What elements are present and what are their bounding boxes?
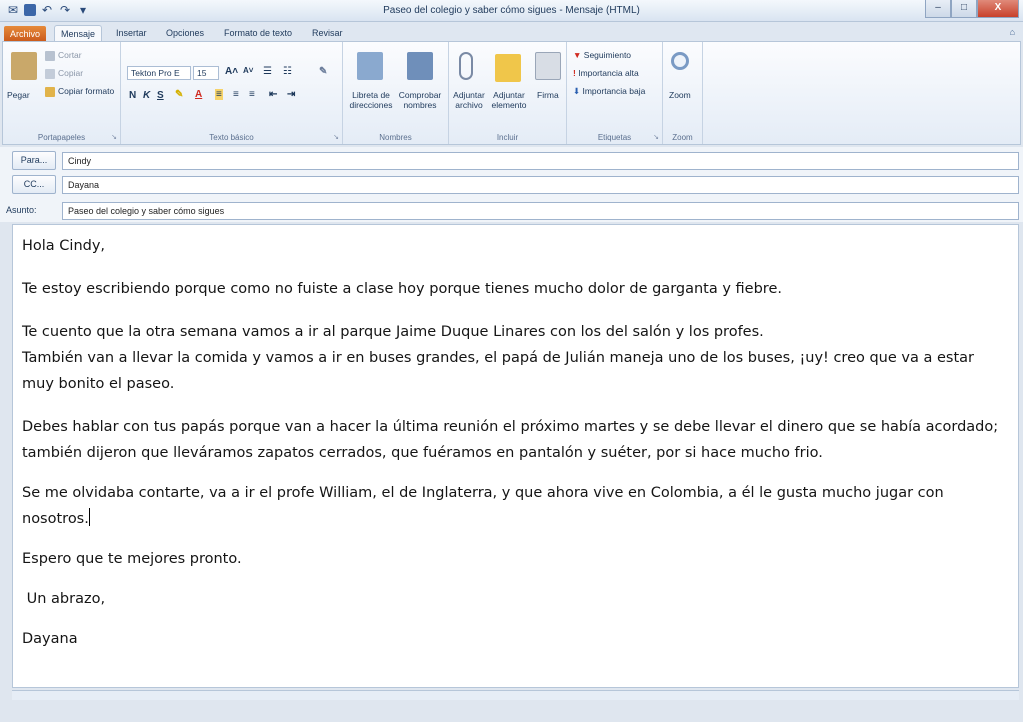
tab-mensaje[interactable]: Mensaje: [54, 25, 103, 42]
address-book-button[interactable]: Libreta de direcciones: [349, 90, 393, 110]
italic-button[interactable]: K: [143, 90, 150, 101]
dialog-launcher-icon[interactable]: ↘: [333, 133, 339, 141]
group-label-portapapeles: Portapapeles: [37, 133, 86, 142]
maximize-button[interactable]: □: [951, 0, 977, 18]
minimize-button[interactable]: –: [925, 0, 951, 18]
tab-formato-texto[interactable]: Formato de texto: [218, 25, 298, 42]
check-names-icon: [407, 52, 433, 80]
check-names-button[interactable]: Comprobar nombres: [395, 90, 445, 110]
paperclip-icon: [459, 52, 473, 80]
attach-file-button[interactable]: Adjuntar archivo: [451, 90, 487, 110]
tab-opciones[interactable]: Opciones: [160, 25, 210, 42]
format-painter-button[interactable]: Copiar formato: [45, 86, 114, 97]
tab-insertar[interactable]: Insertar: [110, 25, 153, 42]
high-importance-button[interactable]: ! Importancia alta: [573, 68, 639, 78]
ribbon-tabs: Archivo Mensaje Insertar Opciones Format…: [0, 22, 1023, 42]
magnifier-icon: [671, 52, 689, 70]
paragraph: Te cuento que la otra semana vamos a ir …: [22, 324, 764, 340]
zoom-button[interactable]: Zoom: [669, 90, 691, 100]
group-incluir: Adjuntar archivo Adjuntar elemento Firma…: [449, 42, 567, 144]
to-button[interactable]: Para...: [12, 151, 56, 170]
font-color-icon[interactable]: A: [195, 89, 202, 100]
subject-label: Asunto:: [6, 205, 37, 215]
cc-button[interactable]: CC...: [12, 175, 56, 194]
group-etiquetas: ▼ Seguimiento ! Importancia alta ⬇ Impor…: [567, 42, 663, 144]
cut-button[interactable]: Cortar: [45, 50, 82, 61]
address-book-icon: [357, 52, 383, 80]
signature-button[interactable]: Firma: [537, 90, 559, 100]
cc-field[interactable]: Dayana: [62, 176, 1019, 194]
copy-icon: [45, 68, 55, 79]
brush-icon: [45, 86, 55, 97]
group-label-etiquetas: Etiquetas: [597, 133, 632, 142]
title-bar: ✉ ↶ ↷ ▾ Paseo del colegio y saber cómo s…: [0, 0, 1023, 22]
close-button[interactable]: X: [977, 0, 1019, 18]
message-body-text[interactable]: Hola Cindy, Te estoy escribiendo porque …: [22, 233, 1007, 652]
ribbon: Pegar Cortar Copiar Copiar formato Porta…: [2, 41, 1021, 145]
group-label-zoom: Zoom: [672, 133, 693, 142]
dialog-launcher-icon[interactable]: ↘: [653, 133, 659, 141]
font-size-select[interactable]: 15: [193, 66, 219, 80]
numbering-icon[interactable]: ☷: [283, 66, 292, 77]
to-field[interactable]: Cindy: [62, 152, 1019, 170]
paste-button[interactable]: Pegar: [7, 90, 30, 100]
attach-item-button[interactable]: Adjuntar elemento: [487, 90, 531, 110]
signature: Dayana: [22, 631, 78, 647]
decrease-indent-icon[interactable]: ⇤: [269, 89, 277, 100]
align-left-icon[interactable]: ≡: [215, 89, 223, 100]
group-nombres: Libreta de direcciones Comprobar nombres…: [343, 42, 449, 144]
clear-format-icon[interactable]: ✎: [319, 66, 327, 77]
group-portapapeles: Pegar Cortar Copiar Copiar formato Porta…: [3, 42, 121, 144]
scissors-icon: [45, 50, 55, 61]
group-zoom: Zoom Zoom: [663, 42, 703, 144]
group-label-texto-basico: Texto básico: [209, 133, 254, 142]
follow-up-button[interactable]: ▼ Seguimiento: [573, 50, 631, 60]
message-body[interactable]: Hola Cindy, Te estoy escribiendo porque …: [12, 224, 1019, 688]
increase-indent-icon[interactable]: ⇥: [287, 89, 295, 100]
paragraph: Debes hablar con tus papás porque van a …: [22, 419, 999, 461]
message-header: Para... Cindy CC... Dayana Asunto: Paseo…: [0, 147, 1023, 222]
closing: Un abrazo,: [22, 591, 106, 607]
paragraph: Te estoy escribiendo porque como no fuis…: [22, 281, 782, 297]
subject-field[interactable]: Paseo del colegio y saber cómo sigues: [62, 202, 1019, 220]
tab-archivo[interactable]: Archivo: [4, 26, 47, 42]
paragraph: También van a llevar la comida y vamos a…: [22, 350, 974, 392]
tab-revisar[interactable]: Revisar: [306, 25, 349, 42]
copy-button[interactable]: Copiar: [45, 68, 83, 79]
window-title: Paseo del colegio y saber cómo sigues - …: [383, 5, 640, 16]
signature-icon: [535, 52, 561, 80]
text-cursor: [88, 508, 90, 526]
paragraph: Espero que te mejores pronto.: [22, 551, 242, 567]
dialog-launcher-icon[interactable]: ↘: [111, 133, 117, 141]
flag-icon: ▼: [573, 50, 584, 60]
window-controls: – □ X: [925, 0, 1019, 18]
help-icon[interactable]: ⌂: [1010, 27, 1015, 37]
shrink-font-icon[interactable]: A˅: [243, 66, 253, 75]
bullets-icon[interactable]: ☰: [263, 66, 272, 77]
group-label-incluir: Incluir: [496, 133, 519, 142]
align-right-icon[interactable]: ≡: [249, 89, 255, 100]
bold-button[interactable]: N: [129, 90, 136, 101]
envelope-icon: [495, 54, 521, 82]
status-bar: [12, 690, 1019, 700]
font-name-select[interactable]: Tekton Pro E: [127, 66, 191, 80]
align-center-icon[interactable]: ≡: [233, 89, 239, 100]
group-texto-basico: Tekton Pro E 15 A˄ A˅ ☰ ☷ ✎ N K S ✎ A ≡ …: [121, 42, 343, 144]
underline-button[interactable]: S: [157, 90, 164, 101]
low-importance-button[interactable]: ⬇ Importancia baja: [573, 86, 645, 97]
group-label-nombres: Nombres: [379, 133, 412, 142]
highlight-icon[interactable]: ✎: [175, 89, 183, 100]
greeting: Hola Cindy,: [22, 238, 106, 254]
paste-icon: [11, 52, 37, 80]
paragraph: Se me olvidaba contarte, va a ir el prof…: [22, 485, 944, 527]
grow-font-icon[interactable]: A˄: [225, 66, 238, 77]
